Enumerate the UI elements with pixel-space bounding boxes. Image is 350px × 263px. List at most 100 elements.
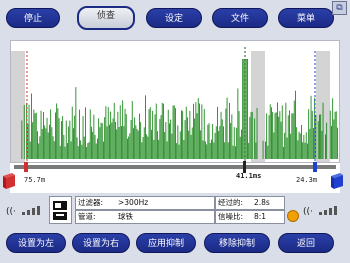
- correlation-bar: [97, 138, 98, 159]
- signal-strength-icon: ((·: [303, 206, 337, 217]
- correlation-bar: [184, 120, 186, 159]
- correlation-bar: [50, 109, 52, 159]
- correlation-bar: [224, 142, 226, 159]
- correlation-bar: [329, 110, 331, 159]
- correlation-bar: [149, 107, 151, 159]
- correlation-bar: [152, 110, 154, 159]
- correlation-bar: [277, 102, 278, 159]
- correlation-bar: [73, 128, 74, 159]
- correlation-bar: [183, 140, 185, 159]
- device-icon-box: [49, 196, 72, 224]
- correlation-bar: [160, 115, 162, 159]
- correlation-bar: [202, 140, 204, 159]
- correlation-bar: [213, 142, 215, 159]
- correlation-bar: [188, 130, 190, 159]
- position-slider-track[interactable]: [14, 165, 336, 169]
- signal-strength-icon: ((·: [6, 206, 40, 217]
- correlation-bar: [44, 125, 46, 159]
- correlation-bar: [58, 118, 60, 159]
- correlation-bar: [111, 122, 113, 159]
- correlation-bar: [237, 88, 239, 159]
- correlation-bar: [217, 106, 218, 159]
- correlation-bar: [141, 142, 143, 159]
- restore-icon[interactable]: ⧉: [332, 1, 347, 15]
- correlation-bar: [223, 126, 224, 159]
- correlation-bar: [245, 59, 247, 159]
- correlation-bar: [248, 142, 250, 159]
- speaker-icon: [53, 201, 67, 220]
- correlation-bar: [335, 111, 337, 159]
- correlation-bar: [232, 145, 234, 159]
- correlation-bar: [117, 111, 119, 159]
- correlation-bar: [178, 144, 180, 159]
- correlation-bar: [196, 113, 198, 159]
- correlation-bar: [77, 146, 79, 159]
- correlation-bar: [131, 101, 133, 159]
- correlation-bar: [313, 128, 314, 159]
- correlation-bar: [334, 111, 336, 159]
- correlation-bar: [49, 124, 50, 159]
- correlation-bar: [279, 111, 281, 159]
- correlation-bar: [124, 108, 126, 159]
- correlation-bar: [284, 132, 286, 159]
- correlation-bar: [176, 143, 178, 159]
- correlation-bar: [113, 102, 115, 159]
- back-button[interactable]: 返回: [278, 233, 334, 253]
- correlation-bar: [250, 111, 252, 159]
- correlation-bar: [83, 136, 85, 159]
- set-left-button[interactable]: 设置为左: [6, 233, 66, 253]
- correlation-bar: [231, 114, 233, 159]
- right-distance: 24.3m: [296, 176, 318, 184]
- correlation-bar: [115, 122, 116, 159]
- correlation-bar: [100, 122, 102, 159]
- correlation-bar: [265, 141, 266, 159]
- correlation-chart[interactable]: [10, 40, 340, 163]
- correlation-bar: [243, 59, 245, 159]
- correlation-bar: [286, 137, 288, 159]
- correlation-bar: [121, 126, 122, 159]
- file-button[interactable]: 文件: [212, 8, 268, 28]
- correlation-bar: [104, 117, 106, 159]
- correlation-bar: [23, 105, 25, 159]
- correlation-bar: [309, 128, 311, 159]
- correlation-bar: [118, 127, 120, 159]
- correlation-bar: [239, 136, 241, 159]
- correlation-bar: [326, 122, 328, 159]
- correlation-bar: [189, 110, 191, 159]
- correlation-bar: [69, 120, 71, 159]
- correlation-bar: [311, 111, 313, 159]
- correlation-bar: [33, 109, 35, 159]
- correlation-bar: [110, 111, 112, 159]
- correlation-bar: [64, 146, 66, 159]
- right-slider-handle[interactable]: [313, 162, 317, 172]
- correlation-bar: [75, 87, 77, 159]
- status-dot-icon: [287, 210, 299, 222]
- correlation-bar: [197, 98, 199, 159]
- correlation-bar: [167, 109, 169, 159]
- remove-suppression-button[interactable]: 移除抑制: [204, 233, 270, 253]
- correlation-bar: [290, 133, 292, 159]
- correlation-bar: [187, 117, 188, 159]
- correlation-bar: [137, 130, 139, 159]
- correlation-bar: [268, 115, 270, 159]
- correlation-bar: [226, 97, 228, 159]
- elapsed-label: 经过的:: [218, 198, 244, 207]
- stop-button[interactable]: 停止: [6, 8, 60, 28]
- correlation-bar: [195, 102, 197, 159]
- correlation-bar: [190, 134, 192, 159]
- apply-suppression-button[interactable]: 应用抑制: [136, 233, 196, 253]
- correlation-bar: [89, 109, 91, 159]
- correlation-bar: [319, 114, 320, 159]
- left-slider-handle[interactable]: [24, 162, 28, 172]
- correlation-bar: [71, 106, 73, 159]
- settings-button[interactable]: 设定: [146, 8, 202, 28]
- correlation-bar: [249, 116, 251, 159]
- left-distance: 75.7m: [24, 176, 46, 184]
- listen-button[interactable]: 侦查: [77, 6, 135, 30]
- correlation-bar: [219, 126, 221, 159]
- correlation-bar: [212, 124, 214, 159]
- menu-button[interactable]: 菜单: [278, 8, 334, 28]
- correlation-bar: [296, 127, 298, 159]
- set-right-button[interactable]: 设置为右: [72, 233, 130, 253]
- correlation-bar: [39, 136, 41, 159]
